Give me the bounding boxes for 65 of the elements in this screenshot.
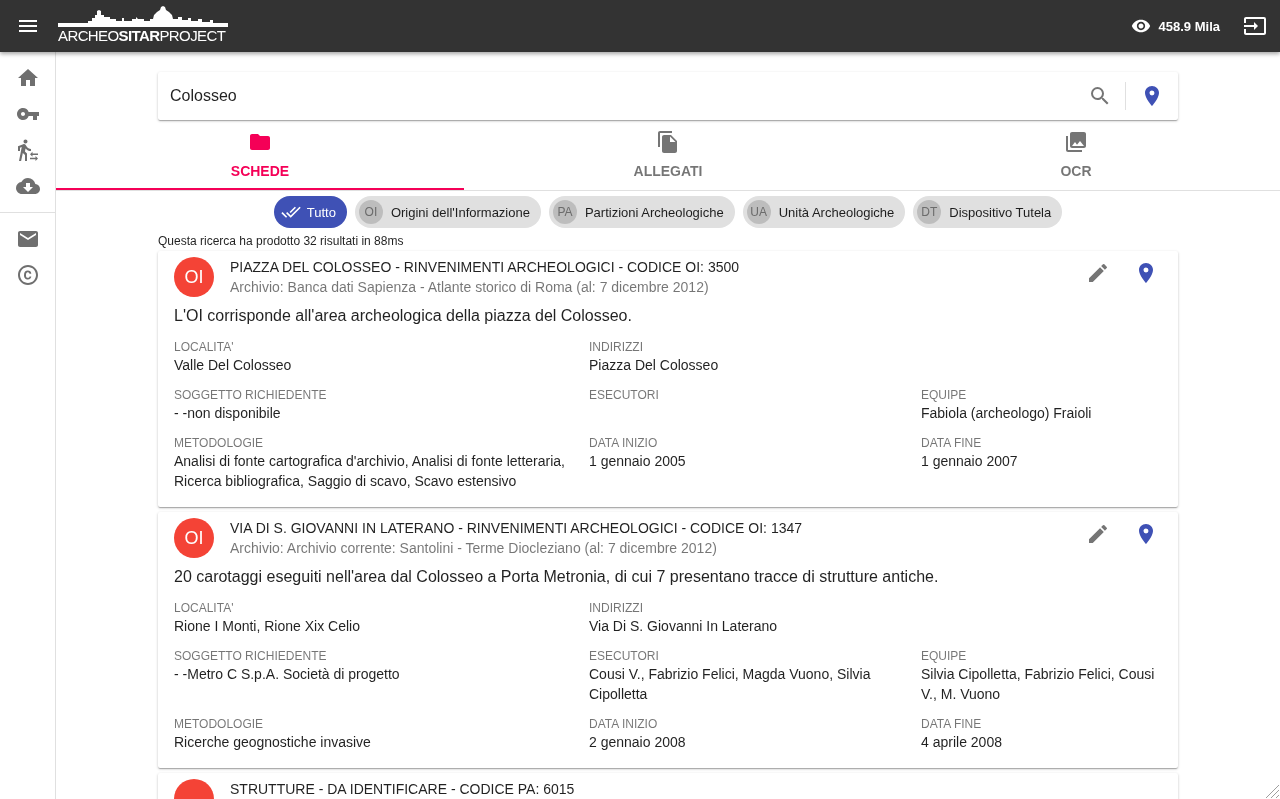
result-description: 20 carotaggi eseguiti nell'area dal Colosseo a Porta Metronia, di cui 7 presentano tracce di strutture antiche.	[173, 567, 940, 587]
filter-chip[interactable]: UA Unità Archeologiche	[742, 196, 906, 228]
field-value: 4 aprile 2008	[921, 733, 1003, 752]
field-value: Piazza Del Colosseo	[589, 356, 720, 375]
result-title: VIA DI S. GIOVANNI IN LATERANO - RINVENIMENTI ARCHEOLOGICI - CODICE OI: 1347	[230, 519, 803, 538]
filter-chip[interactable]: Tutto	[273, 196, 347, 228]
pencil-icon	[1086, 261, 1110, 285]
files-icon	[656, 130, 680, 154]
result-summary: Questa ricerca ha prodotto 32 risultati in 88ms	[158, 233, 405, 249]
field-label: ESECUTORI	[589, 648, 660, 664]
search-field[interactable]: Colosseo	[170, 84, 1076, 108]
field-label: EQUIPE	[921, 387, 968, 403]
field-label: SOGGETTO RICHIEDENTE	[174, 387, 328, 403]
logo-text: ARCHEOSITARPROJECT	[58, 28, 227, 44]
field-value: Valle Del Colosseo	[174, 356, 293, 375]
field-value: Cousi V., Fabrizio Felici, Magda Vuono, Silvia Cipolletta	[589, 665, 872, 704]
field-label: DATA FINE	[921, 716, 983, 732]
record-avatar: OI	[174, 518, 214, 558]
filter-chip[interactable]: OI Origini dell'Informazione	[354, 196, 541, 228]
field-label: SOGGETTO RICHIEDENTE	[174, 648, 328, 664]
record-avatar: OI	[174, 257, 214, 297]
field-value: Fabiola (archeologo) Fraioli	[921, 404, 1093, 423]
tab[interactable]: SCHEDE	[56, 120, 464, 190]
person-transfer-icon	[15, 138, 40, 162]
field-value: 1 gennaio 2005	[589, 452, 687, 471]
field-value: Rione I Monti, Rione Xix Celio	[174, 617, 361, 636]
skyline-icon	[58, 6, 228, 27]
chip-avatar: PA	[552, 200, 577, 224]
field-label: LOCALITA'	[174, 600, 235, 616]
field-label: METODOLOGIE	[174, 716, 265, 732]
field-label: EQUIPE	[921, 648, 968, 664]
arrow-into-box-icon	[1243, 14, 1267, 38]
pencil-icon	[1086, 522, 1110, 546]
result-title: PIAZZA DEL COLOSSEO - RINVENIMENTI ARCHEOLOGICI - CODICE OI: 3500	[230, 258, 740, 277]
field-label: DATA INIZIO	[589, 435, 659, 451]
field-label: INDIRIZZI	[589, 600, 644, 616]
field-value: Via Di S. Giovanni In Laterano	[589, 617, 779, 636]
resize-grip-icon[interactable]	[1266, 785, 1279, 798]
result-archive: Archivio: Banca dati Sapienza - Atlante storico di Roma (al: 7 dicembre 2012)	[230, 278, 710, 297]
field-label: DATA FINE	[921, 435, 983, 451]
field-value: 1 gennaio 2007	[921, 452, 1019, 471]
result-title: STRUTTURE - DA IDENTIFICARE - CODICE PA: 6015	[230, 780, 575, 799]
chip-avatar: DT	[917, 200, 942, 224]
result-archive: Archivio: Archivio corrente: Santolini - Terme Diocleziano (al: 7 dicembre 2012)	[230, 539, 718, 558]
chip-avatar: UA	[746, 200, 771, 224]
field-value: - -Metro C S.p.A. Società di progetto	[174, 665, 401, 684]
chip-avatar: OI	[358, 200, 383, 224]
photos-icon	[1064, 130, 1088, 154]
field-label: DATA INIZIO	[589, 716, 659, 732]
field-label: INDIRIZZI	[589, 339, 644, 355]
field-label: METODOLOGIE	[174, 435, 265, 451]
filter-chip[interactable]: PA Partizioni Archeologiche	[548, 196, 735, 228]
result-description: L'OI corrisponde all'area archeologica della piazza del Colosseo.	[173, 306, 633, 326]
field-value: Ricerche geognostiche invasive	[174, 733, 372, 752]
tab[interactable]: OCR	[872, 120, 1280, 190]
filter-chip[interactable]: DT Dispositivo Tutela	[913, 196, 1063, 228]
copyright-icon	[15, 263, 40, 287]
field-value: - -non disponibile	[174, 404, 282, 423]
field-label: ESECUTORI	[589, 387, 660, 403]
field-value: 2 gennaio 2008	[589, 733, 687, 752]
field-value: Silvia Cipolletta, Fabrizio Felici, Cousi V., M. Vuono	[921, 665, 1156, 704]
tab[interactable]: ALLEGATI	[464, 120, 872, 190]
field-label: LOCALITA'	[174, 339, 235, 355]
view-count: 458.9 Mila	[1158, 18, 1220, 34]
field-value: Analisi di fonte cartografica d'archivio, Analisi di fonte letteraria, Ricerca bibliografica, Saggio di scavo, Scavo estensivo	[174, 452, 566, 491]
